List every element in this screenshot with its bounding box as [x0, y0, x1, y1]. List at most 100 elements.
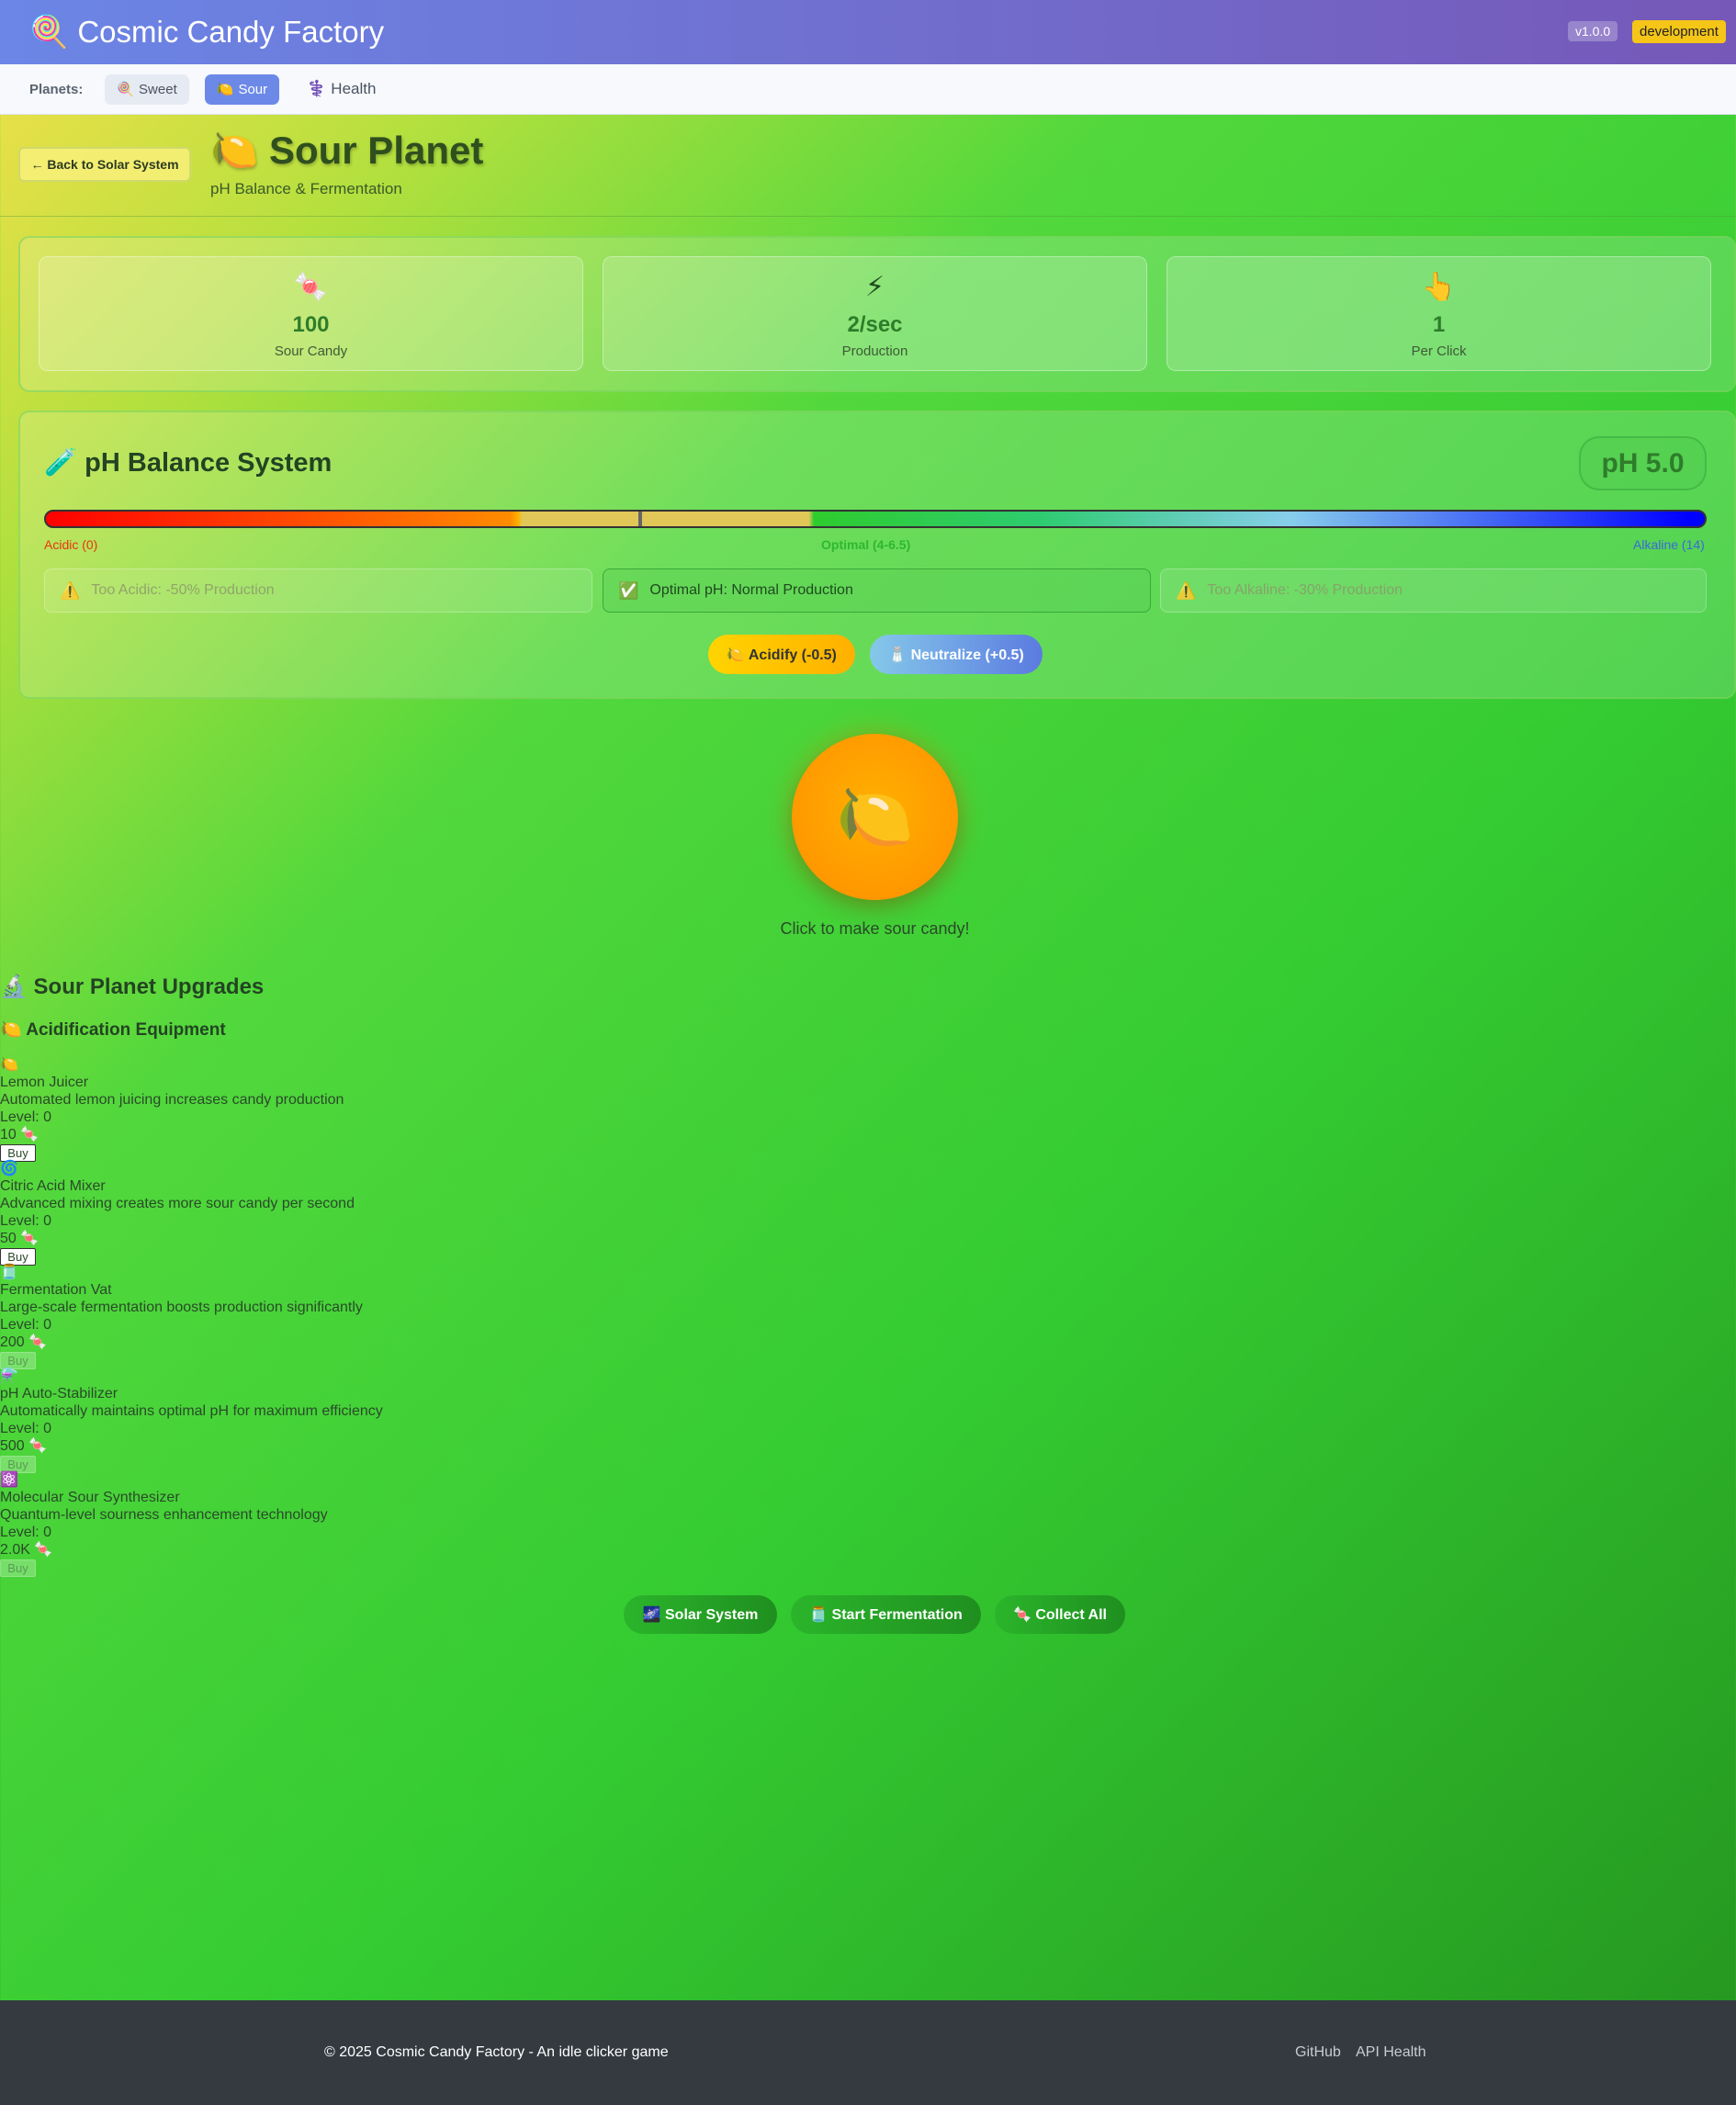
indicator-text: Too Acidic: -50% Production	[91, 582, 275, 598]
upgrades-title: 🔬 Sour Planet Upgrades	[0, 974, 265, 999]
stat-label: Sour Candy	[274, 343, 348, 359]
neutralize-button[interactable]: 🧂 Neutralize (+0.5)	[870, 635, 1043, 674]
upgrade-fermentation-vat: 🫙 Fermentation Vat Large-scale fermentat…	[0, 1264, 383, 1369]
test-tube-icon: 🧪	[44, 448, 78, 478]
upgrade-ph-auto-stabilizer: ⚗️ pH Auto-Stabilizer Automatically main…	[0, 1368, 383, 1473]
ph-balance-panel: 🧪 pH Balance System pH 5.0 Acidic (0) Op…	[18, 411, 1736, 699]
upgrade-level: Level: 0	[0, 1317, 52, 1333]
nav-item-label: Sweet	[139, 81, 177, 97]
ph-marker	[638, 512, 642, 526]
lollipop-icon: 🍭	[117, 82, 135, 97]
upgrade-name: Molecular Sour Synthesizer	[0, 1490, 180, 1505]
nav-item-label: Sour	[238, 81, 268, 97]
upgrade-level: Level: 0	[0, 1525, 52, 1540]
api-health-link[interactable]: API Health	[1356, 2044, 1426, 2061]
upgrade-cost: 10 🍬	[0, 1127, 39, 1143]
too-acidic-indicator: ⚠️ Too Acidic: -50% Production	[44, 568, 592, 613]
buy-button-disabled[interactable]: Buy	[0, 1559, 36, 1577]
jar-icon: 🫙	[0, 1265, 18, 1280]
upgrade-level: Level: 0	[0, 1421, 52, 1436]
lemon-icon: 🍋	[216, 82, 234, 97]
upgrade-level: Level: 0	[0, 1109, 52, 1125]
start-fermentation-button[interactable]: 🫙 Start Fermentation	[791, 1595, 981, 1634]
ph-panel-title-text: pH Balance System	[85, 448, 333, 478]
page-title-text: Sour Planet	[268, 129, 484, 172]
sour-candy-clicker[interactable]: 🍋	[792, 734, 958, 900]
caduceus-icon: ⚕️	[307, 80, 327, 97]
planet-header: ← Back to Solar System 🍋 Sour Planet pH …	[0, 116, 1736, 217]
upgrade-description: Automatically maintains optimal pH for m…	[0, 1403, 383, 1419]
scale-label-acidic: Acidic (0)	[44, 537, 98, 552]
upgrade-name: Citric Acid Mixer	[0, 1178, 106, 1194]
upgrade-name: pH Auto-Stabilizer	[0, 1386, 118, 1401]
footer: © 2025 Cosmic Candy Factory - An idle cl…	[0, 2000, 1736, 2105]
version-badge: v1.0.0	[1568, 21, 1618, 41]
upgrade-name: Fermentation Vat	[0, 1282, 112, 1298]
upgrade-description: Advanced mixing creates more sour candy …	[0, 1196, 355, 1211]
check-icon: ✅	[618, 580, 639, 600]
upgrade-level: Level: 0	[0, 1213, 52, 1229]
upgrade-list: 🍋 Lemon Juicer Automated lemon juicing i…	[0, 1056, 383, 1577]
upgrade-lemon-juicer: 🍋 Lemon Juicer Automated lemon juicing i…	[0, 1056, 383, 1162]
stat-production: ⚡ 2/sec Production	[603, 256, 1147, 371]
ph-value-badge: pH 5.0	[1579, 436, 1707, 490]
scale-label-optimal: Optimal (4-6.5)	[821, 537, 911, 552]
stat-value: 100	[292, 312, 330, 337]
acidify-button[interactable]: 🍋 Acidify (-0.5)	[708, 635, 855, 674]
lightning-icon: ⚡	[864, 272, 885, 302]
stat-value: 1	[1432, 312, 1446, 337]
upgrade-molecular-sour-synthesizer: ⚛️ Molecular Sour Synthesizer Quantum-le…	[0, 1471, 383, 1577]
app-title-text: Cosmic Candy Factory	[77, 15, 385, 49]
environment-badge: development	[1632, 20, 1726, 43]
lemon-icon: 🍋	[836, 782, 914, 852]
stat-value: 2/sec	[847, 312, 903, 337]
cyclone-icon: 🌀	[0, 1161, 18, 1176]
stat-label: Per Click	[1411, 343, 1467, 359]
lemon-icon: 🍋	[0, 1057, 18, 1073]
ph-scale-bar	[44, 510, 1707, 528]
back-to-solar-system-button[interactable]: ← Back to Solar System	[18, 147, 191, 182]
too-alkaline-indicator: ⚠️ Too Alkaline: -30% Production	[1160, 568, 1707, 613]
page-subtitle: pH Balance & Fermentation	[210, 180, 402, 197]
stat-label: Production	[841, 343, 908, 359]
lemon-icon: 🍋	[210, 129, 259, 172]
atom-icon: ⚛️	[0, 1472, 18, 1488]
upgrade-cost: 50 🍬	[0, 1231, 39, 1246]
clicker-hint: Click to make sour candy!	[780, 919, 970, 938]
pointer-icon: 👆	[1421, 272, 1457, 302]
github-link[interactable]: GitHub	[1295, 2044, 1341, 2061]
ph-panel-title: 🧪 pH Balance System	[44, 447, 332, 478]
solar-system-button[interactable]: 🌌 Solar System	[624, 1595, 777, 1634]
page-title: 🍋 Sour Planet	[210, 129, 483, 174]
optimal-ph-indicator: ✅ Optimal pH: Normal Production	[603, 568, 1151, 613]
lollipop-icon: 🍭	[29, 15, 69, 50]
scale-label-alkaline: Alkaline (14)	[1633, 537, 1705, 552]
planet-nav: Planets: 🍭 Sweet 🍋 Sour ⚕️ Health	[0, 64, 1736, 115]
app-title[interactable]: 🍭 Cosmic Candy Factory	[29, 14, 384, 51]
indicator-text: Too Alkaline: -30% Production	[1207, 582, 1403, 598]
footer-copyright: © 2025 Cosmic Candy Factory - An idle cl…	[324, 2044, 669, 2060]
upgrade-cost: 2.0K 🍬	[0, 1542, 53, 1558]
upgrade-description: Automated lemon juicing increases candy …	[0, 1092, 344, 1108]
upgrade-description: Quantum-level sourness enhancement techn…	[0, 1507, 328, 1523]
app-header: 🍭 Cosmic Candy Factory	[0, 0, 1736, 64]
nav-item-label: Health	[331, 80, 377, 97]
warning-icon: ⚠️	[1176, 580, 1197, 600]
stats-panel: 🍬 100 Sour Candy ⚡ 2/sec Production 👆 1 …	[18, 236, 1736, 392]
stat-per-click: 👆 1 Per Click	[1167, 256, 1711, 371]
upgrade-cost: 500 🍬	[0, 1438, 48, 1454]
candy-icon: 🍬	[293, 272, 329, 302]
upgrades-section-title: 🍋 Acidification Equipment	[0, 1020, 226, 1040]
nav-item-sour[interactable]: 🍋 Sour	[204, 73, 280, 105]
upgrade-description: Large-scale fermentation boosts producti…	[0, 1300, 363, 1315]
upgrade-citric-acid-mixer: 🌀 Citric Acid Mixer Advanced mixing crea…	[0, 1160, 383, 1266]
upgrade-cost: 200 🍬	[0, 1334, 48, 1350]
indicator-text: Optimal pH: Normal Production	[649, 582, 853, 598]
upgrade-name: Lemon Juicer	[0, 1075, 89, 1090]
nav-item-health[interactable]: ⚕️ Health	[295, 74, 388, 105]
stat-sour-candy: 🍬 100 Sour Candy	[39, 256, 583, 371]
warning-icon: ⚠️	[60, 580, 81, 600]
nav-item-sweet[interactable]: 🍭 Sweet	[105, 73, 189, 105]
alembic-icon: ⚗️	[0, 1368, 18, 1384]
collect-all-button[interactable]: 🍬 Collect All	[995, 1595, 1125, 1634]
